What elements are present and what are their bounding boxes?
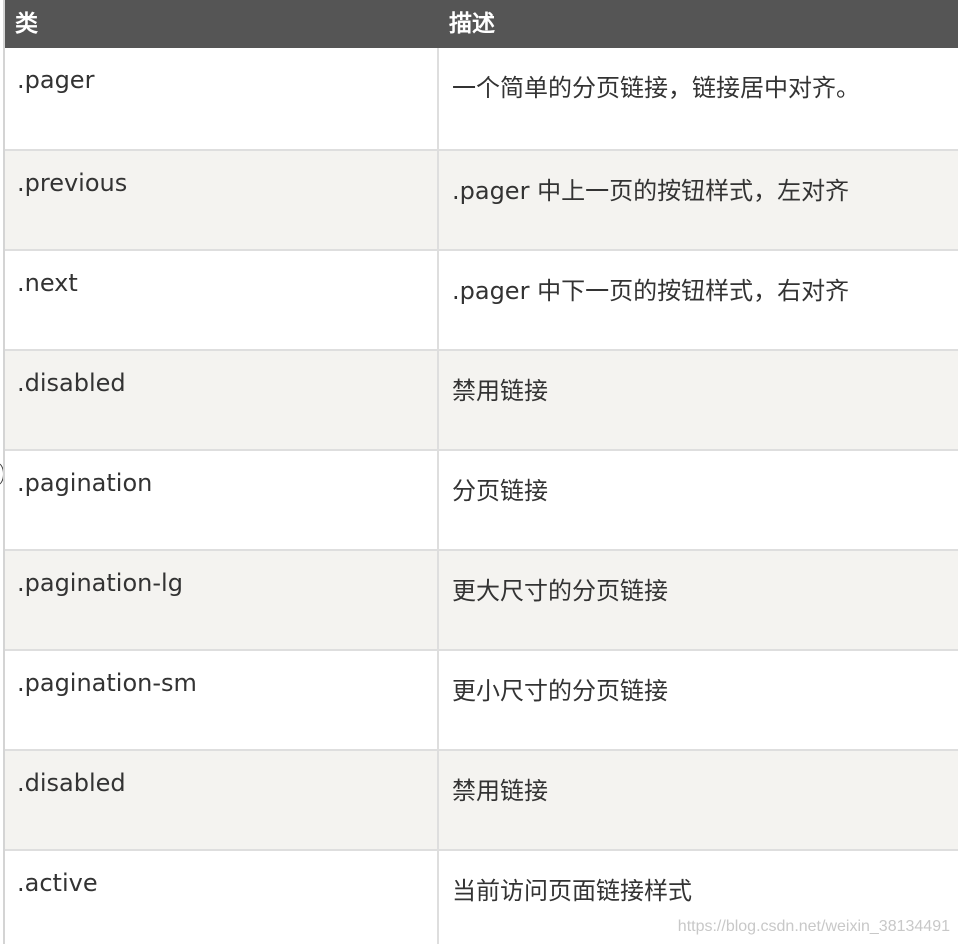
table-header: 类 描述 bbox=[5, 0, 958, 48]
description-cell: .pager 中上一页的按钮样式，左对齐 bbox=[452, 177, 850, 205]
class-cell: .pager bbox=[5, 48, 439, 149]
table-row: .previous .pager 中上一页的按钮样式，左对齐 bbox=[5, 149, 958, 249]
page: 类 描述 .pager 一个简单的分页链接，链接居中对齐。 .previous … bbox=[0, 0, 958, 944]
table-row: .pagination 分页链接 bbox=[5, 449, 958, 549]
description-cell: 更小尺寸的分页链接 bbox=[452, 677, 668, 705]
class-cell: .pagination bbox=[5, 451, 439, 549]
class-cell: .pagination-lg bbox=[5, 551, 439, 649]
table-row: .pagination-sm 更小尺寸的分页链接 bbox=[5, 649, 958, 749]
css-class-table: 类 描述 .pager 一个简单的分页链接，链接居中对齐。 .previous … bbox=[3, 0, 958, 944]
description-cell: 分页链接 bbox=[452, 477, 548, 505]
class-cell: .active bbox=[5, 851, 439, 944]
description-cell: 一个简单的分页链接，链接居中对齐。 bbox=[452, 74, 860, 102]
table-row: .next .pager 中下一页的按钮样式，右对齐 bbox=[5, 249, 958, 349]
header-class: 类 bbox=[15, 11, 38, 37]
description-cell: 禁用链接 bbox=[452, 777, 548, 805]
table-row: .pager 一个简单的分页链接，链接居中对齐。 bbox=[5, 48, 958, 149]
description-cell: 禁用链接 bbox=[452, 377, 548, 405]
watermark: https://blog.csdn.net/weixin_38134491 bbox=[677, 918, 950, 935]
table-row: .disabled 禁用链接 bbox=[5, 349, 958, 449]
header-description: 描述 bbox=[449, 11, 495, 37]
class-cell: .next bbox=[5, 251, 439, 349]
table-row: .pagination-lg 更大尺寸的分页链接 bbox=[5, 549, 958, 649]
class-cell: .disabled bbox=[5, 351, 439, 449]
description-cell: .pager 中下一页的按钮样式，右对齐 bbox=[452, 277, 850, 305]
class-cell: .previous bbox=[5, 151, 439, 249]
class-cell: .pagination-sm bbox=[5, 651, 439, 749]
table-row: .disabled 禁用链接 bbox=[5, 749, 958, 849]
description-cell: 更大尺寸的分页链接 bbox=[452, 577, 668, 605]
class-cell: .disabled bbox=[5, 751, 439, 849]
